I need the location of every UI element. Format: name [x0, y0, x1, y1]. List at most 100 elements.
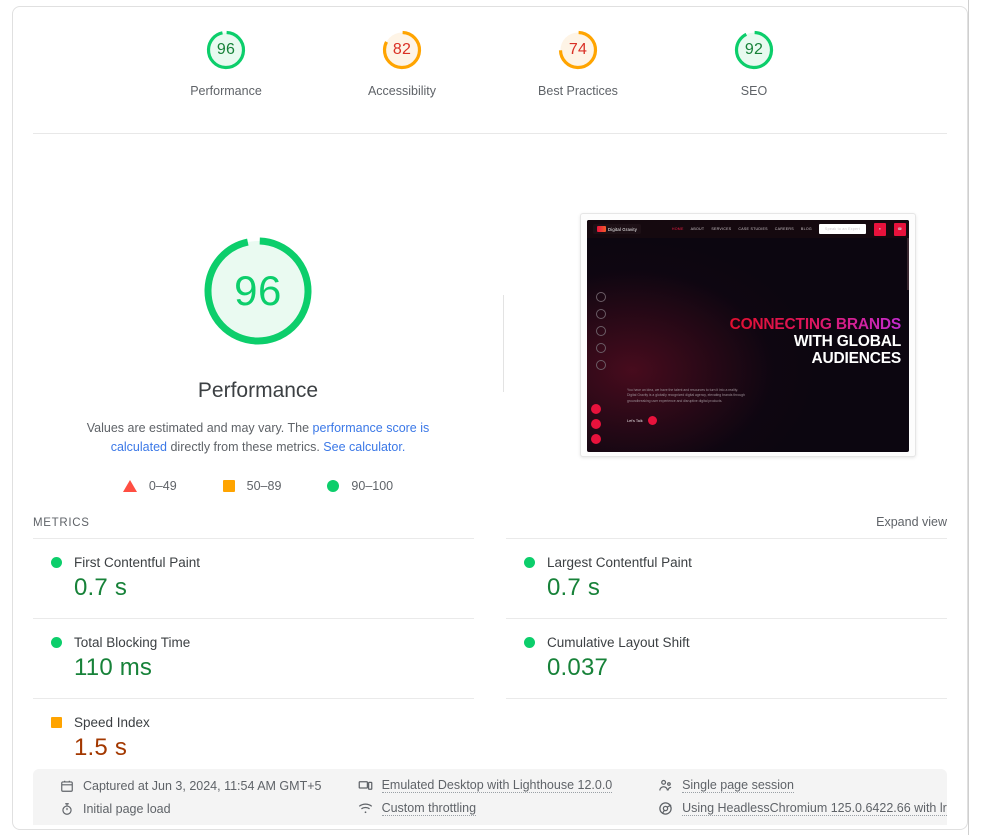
env-page-load-label: Initial page load	[83, 801, 171, 816]
report-card: 96 Performance 82 Accessibility 74 Best …	[12, 6, 968, 830]
env-emulation[interactable]: Emulated Desktop with Lighthouse 12.0.0	[358, 778, 659, 793]
env-user-agent[interactable]: Using HeadlessChromium 125.0.6422.66 wit…	[658, 801, 947, 816]
final-screenshot-wrap: Digital Gravity HOME ABOUT SERVICES CASE…	[574, 211, 922, 459]
env-emulation-label[interactable]: Emulated Desktop with Lighthouse 12.0.0	[381, 778, 613, 793]
expand-view-toggle[interactable]: Expand view	[876, 515, 947, 529]
environment-footer: Captured at Jun 3, 2024, 11:54 AM GMT+5 …	[33, 769, 947, 825]
thumb-whatsapp-icon: ●	[874, 222, 886, 236]
users-icon	[658, 778, 673, 793]
gauge-score-accessibility: 82	[392, 41, 412, 58]
thumb-nav-item-case-studies: CASE STUDIES	[738, 227, 768, 231]
thumb-headline-line1: CONNECTING BRANDS	[729, 316, 902, 333]
legend-item-fail: 0–49	[122, 479, 177, 493]
thumb-headline-line2: WITH GLOBAL	[793, 333, 901, 350]
chat-icon	[591, 404, 601, 414]
circle-icon	[51, 637, 62, 648]
category-gauge-performance[interactable]: 96 Performance	[166, 27, 286, 98]
see-calculator-link[interactable]: See calculator.	[323, 440, 405, 454]
env-captured-at: Captured at Jun 3, 2024, 11:54 AM GMT+5	[59, 778, 358, 793]
performance-title: Performance	[197, 379, 319, 402]
env-column-3: Single page session Using HeadlessChromi…	[658, 778, 947, 816]
env-captured-at-label: Captured at Jun 3, 2024, 11:54 AM GMT+5	[83, 778, 322, 793]
twitter-icon	[596, 309, 606, 319]
youtube-icon	[596, 360, 606, 370]
thumb-nav-item-home: HOME	[671, 227, 684, 231]
thumb-nav-item-blog: BLOG	[800, 227, 812, 231]
env-throttling[interactable]: Custom throttling	[358, 801, 659, 816]
legend-range-average: 50–89	[246, 479, 282, 493]
page-scrollbar-rail[interactable]	[968, 0, 969, 835]
gauge-label-performance: Performance	[190, 84, 262, 98]
hero-vertical-divider	[503, 295, 504, 392]
thumb-scrollbar	[907, 238, 909, 290]
chrome-icon	[658, 801, 673, 816]
circle-icon	[524, 557, 535, 568]
gauge-ring-seo: 92	[731, 27, 777, 73]
metric-value: 110 ms	[74, 654, 153, 681]
thumb-nav-item-about: ABOUT	[690, 227, 705, 231]
thumb-lets-talk: Let's Talk	[627, 416, 657, 425]
metrics-column-left: First Contentful Paint 0.7 s Total Block…	[33, 538, 474, 779]
performance-summary: 96 Performance Values are estimated and …	[23, 183, 493, 493]
desc-text-2: directly from these metrics.	[167, 440, 324, 454]
mail-icon	[591, 419, 601, 429]
category-gauge-accessibility[interactable]: 82 Accessibility	[342, 27, 462, 98]
metric-cumulative-layout-shift[interactable]: Cumulative Layout Shift 0.037	[506, 619, 947, 699]
metric-value: 0.037	[547, 654, 609, 681]
metric-value: 0.7 s	[547, 574, 601, 601]
gauge-label-best-practices: Best Practices	[538, 84, 618, 98]
big-gauge-performance: 96	[196, 229, 320, 353]
instagram-icon	[596, 326, 606, 336]
metric-head: Total Blocking Time	[33, 635, 474, 650]
thumb-floating-actions	[591, 404, 601, 444]
gauge-ring-performance: 96	[203, 27, 249, 73]
hero-row: 96 Performance Values are estimated and …	[13, 183, 967, 503]
metric-name: First Contentful Paint	[74, 555, 201, 570]
env-session-label[interactable]: Single page session	[682, 778, 794, 793]
gauge-label-seo: SEO	[740, 84, 768, 98]
thumb-headline: CONNECTING BRANDS WITH GLOBAL AUDIENCES	[729, 316, 902, 367]
category-gauge-best-practices[interactable]: 74 Best Practices	[518, 27, 638, 98]
env-page-load: Initial page load	[59, 801, 358, 816]
lighthouse-report-page: 96 Performance 82 Accessibility 74 Best …	[0, 0, 983, 835]
thumb-nav-item-careers: CAREERS	[774, 227, 794, 231]
metric-speed-index[interactable]: Speed Index 1.5 s	[33, 699, 474, 779]
thumb-headline-line3: AUDIENCES	[811, 350, 902, 367]
thumb-social-icons	[596, 292, 606, 370]
desc-text-1: Values are estimated and may vary. The	[86, 421, 313, 435]
linkedin-icon	[596, 343, 606, 353]
env-user-agent-label[interactable]: Using HeadlessChromium 125.0.6422.66 wit…	[682, 801, 947, 816]
legend-range-fail: 0–49	[148, 479, 177, 493]
thumb-lets-talk-label: Let's Talk	[627, 418, 643, 423]
square-icon	[51, 717, 62, 728]
gauge-ring-best-practices: 74	[555, 27, 601, 73]
thumb-logo-text: Digital Gravity	[608, 226, 638, 232]
final-screenshot-frame[interactable]: Digital Gravity HOME ABOUT SERVICES CASE…	[580, 213, 916, 457]
circle-icon	[524, 637, 535, 648]
metric-head: Speed Index	[33, 715, 474, 730]
thumb-nav-menu: HOME ABOUT SERVICES CASE STUDIES CAREERS…	[671, 222, 906, 236]
calendar-icon	[59, 778, 74, 793]
gauge-score-best-practices: 74	[568, 41, 588, 58]
env-throttling-label[interactable]: Custom throttling	[381, 801, 477, 816]
metrics-header: METRICS Expand view	[33, 515, 947, 529]
triangle-icon	[122, 480, 137, 492]
category-gauge-seo[interactable]: 92 SEO	[694, 27, 814, 98]
arrow-circle-icon	[647, 416, 657, 425]
circle-icon	[327, 480, 340, 492]
final-screenshot-image: Digital Gravity HOME ABOUT SERVICES CASE…	[587, 220, 909, 452]
env-session[interactable]: Single page session	[658, 778, 947, 793]
facebook-icon	[596, 292, 606, 302]
score-legend: 0–49 50–89 90–100	[23, 479, 493, 493]
metrics-grid: First Contentful Paint 0.7 s Total Block…	[33, 538, 947, 779]
thumb-paragraph: You have an idea, we have the talent and…	[627, 388, 745, 403]
category-gauges-strip: 96 Performance 82 Accessibility 74 Best …	[13, 7, 967, 133]
env-column-2: Emulated Desktop with Lighthouse 12.0.0 …	[358, 778, 659, 816]
metric-first-contentful-paint[interactable]: First Contentful Paint 0.7 s	[33, 538, 474, 619]
metric-largest-contentful-paint[interactable]: Largest Contentful Paint 0.7 s	[506, 538, 947, 619]
metric-total-blocking-time[interactable]: Total Blocking Time 110 ms	[33, 619, 474, 699]
thumb-logo: Digital Gravity	[593, 224, 642, 234]
square-icon	[222, 480, 235, 492]
thumb-nav-item-services: SERVICES	[711, 227, 732, 231]
gauges-divider	[33, 133, 947, 134]
